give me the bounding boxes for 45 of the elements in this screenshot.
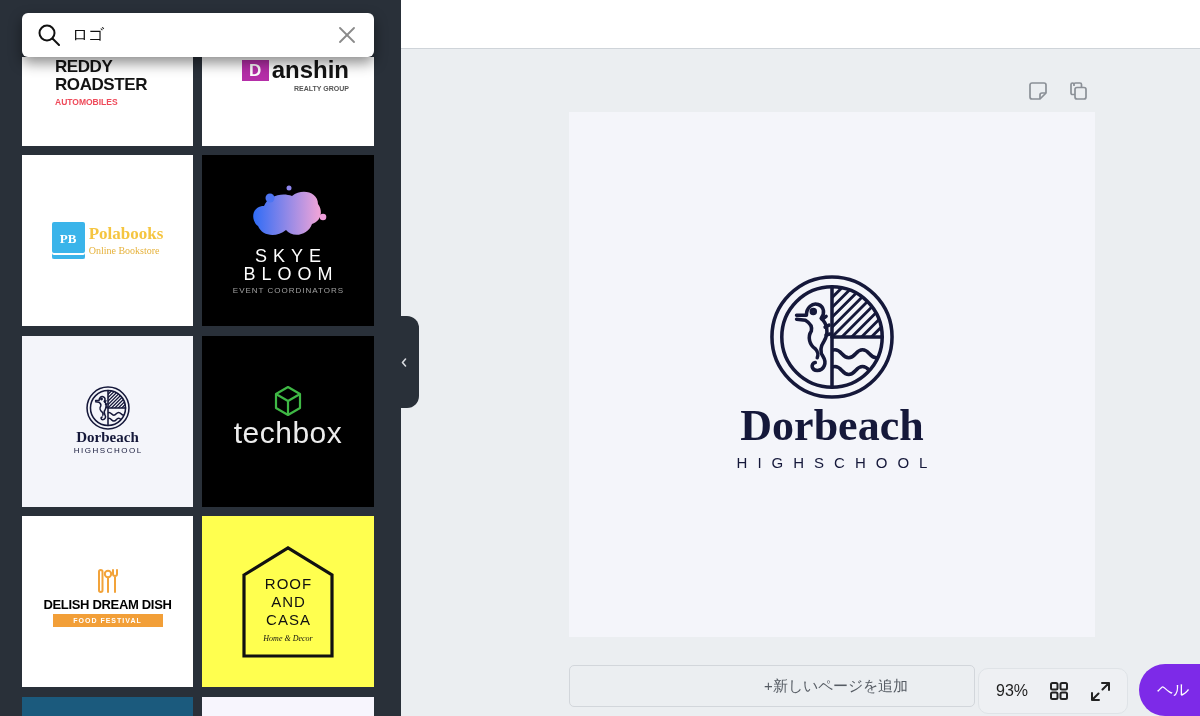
seahorse-emblem-icon (769, 274, 895, 400)
brand-tagline: EVENT COORDINATORS (231, 287, 345, 296)
brand-name: Dorbeach (76, 429, 139, 445)
house-outline-icon (242, 545, 334, 658)
brand-name: BLOOM (242, 265, 339, 284)
brand-name: ROOF (263, 574, 313, 593)
brand-name: DELISH DREAM DISH (43, 598, 172, 612)
expand-icon[interactable] (1091, 681, 1111, 701)
search-field[interactable]: ロゴ (22, 13, 374, 57)
sticky-note-icon[interactable] (1029, 82, 1047, 100)
seahorse-emblem-icon (85, 385, 130, 430)
template-tile[interactable]: REDDY ROADSTER AUTOMOBILES (22, 57, 193, 146)
template-tile[interactable]: techbox (202, 335, 374, 507)
brand-name: REDDY (55, 58, 113, 75)
brand-tagline: Home & Decor (263, 634, 313, 643)
add-page-button[interactable]: +新しいページを追加 (569, 665, 975, 707)
brand-name: techbox (233, 417, 343, 448)
template-tile[interactable]: Dorbeach HIGHSCHOOL (22, 335, 193, 507)
brand-tagline: HIGHSCHOOL (735, 455, 938, 470)
help-button[interactable]: ヘル (1139, 664, 1200, 716)
grid-icon[interactable] (1050, 682, 1069, 700)
template-tile[interactable] (202, 696, 374, 716)
cube-icon (274, 384, 302, 417)
brand-name: SKYE (254, 247, 327, 266)
brand-tagline: AUTOMOBILES (55, 98, 118, 107)
chevron-left-icon (401, 357, 407, 367)
template-tile[interactable]: SKYE BLOOM EVENT COORDINATORS (202, 155, 374, 327)
brand-name: Dorbeach (740, 404, 924, 448)
template-tile[interactable]: ROOF AND CASA Home & Decor (202, 516, 374, 688)
zoom-level-button[interactable]: 93% (996, 683, 1029, 699)
copy-icon[interactable] (1070, 82, 1087, 100)
brand-name: ROADSTER (55, 76, 147, 93)
logo-mark: D (241, 59, 269, 81)
collapse-panel-button[interactable] (401, 316, 419, 408)
book-logo: PB (51, 222, 85, 260)
brand-name: AND (270, 592, 306, 611)
close-icon[interactable] (339, 27, 355, 43)
utensils-icon (97, 569, 118, 594)
search-icon (38, 24, 60, 46)
brand-name: Polabooks (88, 225, 164, 243)
brand-name: anshin (271, 58, 349, 82)
brand-name: CASA (265, 610, 311, 629)
brand-tagline: HIGHSCHOOL (72, 446, 143, 455)
brand-tagline: Online Bookstore (88, 246, 161, 257)
template-tile[interactable] (22, 696, 193, 716)
